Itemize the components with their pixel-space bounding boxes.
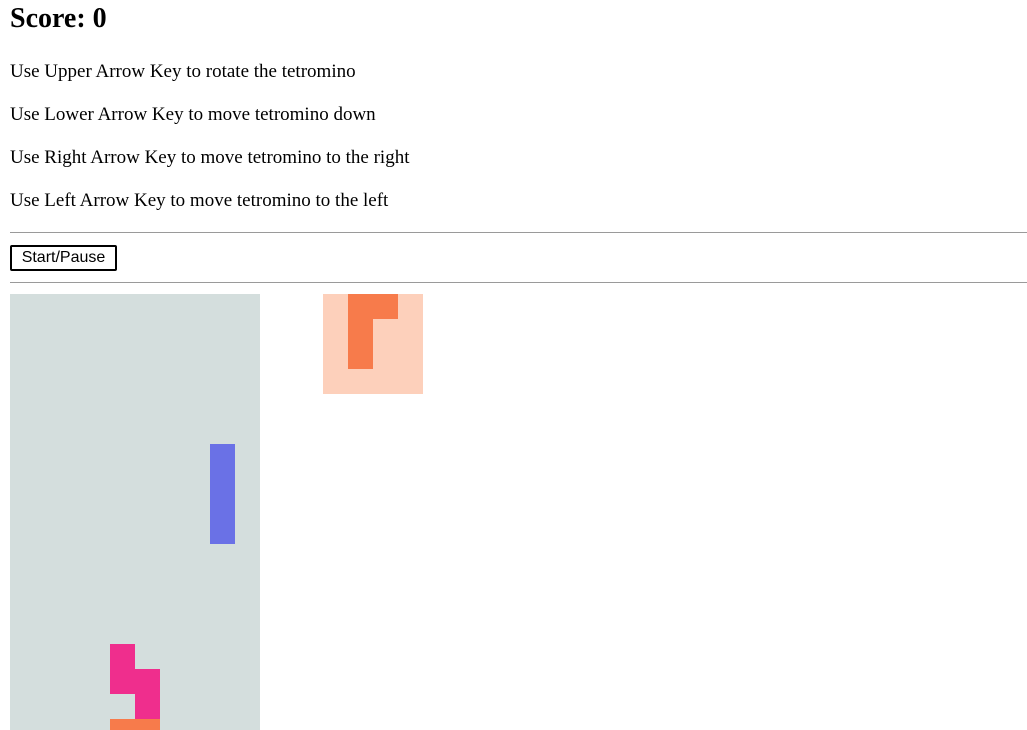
score-display: Score: 0 <box>10 3 107 34</box>
instruction-rotate: Use Upper Arrow Key to rotate the tetrom… <box>10 61 356 82</box>
falling-i-tetromino-block <box>210 519 235 544</box>
instruction-move-down: Use Lower Arrow Key to move tetromino do… <box>10 104 376 125</box>
instruction-move-right: Use Right Arrow Key to move tetromino to… <box>10 147 410 168</box>
divider-top <box>10 232 1027 233</box>
falling-i-tetromino-block <box>210 469 235 494</box>
start-pause-button[interactable]: Start/Pause <box>10 245 117 271</box>
instruction-move-left: Use Left Arrow Key to move tetromino to … <box>10 190 389 211</box>
falling-i-tetromino-block <box>210 444 235 469</box>
game-board <box>10 294 260 730</box>
divider-bottom <box>10 282 1027 283</box>
next-tetromino-block <box>348 344 373 369</box>
next-tetromino-block <box>348 319 373 344</box>
next-tetromino-block <box>348 294 373 319</box>
stacked-z-tetromino-block <box>110 669 135 694</box>
stacked-orange-tetromino-block <box>135 719 160 730</box>
next-tetromino-block <box>373 294 398 319</box>
stacked-z-tetromino-block <box>135 694 160 719</box>
stacked-z-tetromino-block <box>110 644 135 669</box>
stacked-orange-tetromino-block <box>110 719 135 730</box>
falling-i-tetromino-block <box>210 494 235 519</box>
next-piece-preview <box>323 294 423 394</box>
stacked-z-tetromino-block <box>135 669 160 694</box>
